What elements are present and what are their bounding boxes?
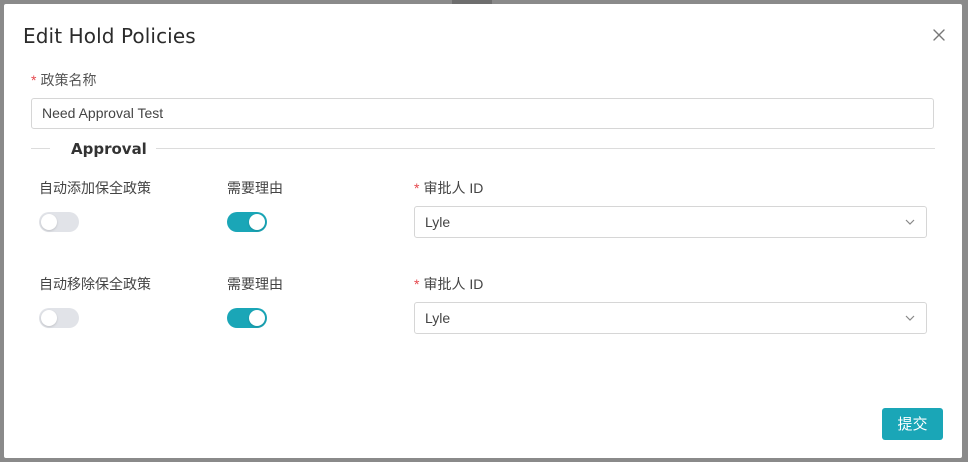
switch-knob bbox=[249, 214, 265, 230]
approver-select-2[interactable]: Lyle bbox=[414, 302, 927, 334]
switch-knob bbox=[249, 310, 265, 326]
approver-id-label-text: 审批人 ID bbox=[423, 276, 484, 292]
require-reason-switch-1[interactable] bbox=[227, 212, 267, 232]
auto-add-policy-switch[interactable] bbox=[39, 212, 79, 232]
submit-button[interactable]: 提交 bbox=[882, 408, 943, 440]
approver-id-label-text: 审批人 ID bbox=[423, 180, 484, 196]
close-button[interactable] bbox=[932, 28, 946, 42]
require-reason-label-1: 需要理由 bbox=[227, 180, 283, 196]
required-mark: * bbox=[414, 180, 420, 196]
approver-id-label-1: * 审批人 ID bbox=[414, 178, 483, 198]
approver-select-value: Lyle bbox=[425, 214, 451, 230]
dialog-title: Edit Hold Policies bbox=[23, 24, 196, 48]
require-reason-label-2: 需要理由 bbox=[227, 276, 283, 292]
switch-knob bbox=[41, 214, 57, 230]
close-icon bbox=[933, 29, 945, 41]
approval-section-title: Approval bbox=[71, 140, 147, 158]
policy-name-input[interactable]: Need Approval Test bbox=[31, 98, 934, 129]
approver-select-1[interactable]: Lyle bbox=[414, 206, 927, 238]
require-reason-switch-2[interactable] bbox=[227, 308, 267, 328]
approver-id-label-2: * 审批人 ID bbox=[414, 274, 483, 294]
auto-remove-policy-switch[interactable] bbox=[39, 308, 79, 328]
divider-line-right bbox=[156, 148, 935, 149]
chevron-down-icon bbox=[905, 315, 915, 321]
divider-line-left bbox=[31, 148, 50, 149]
required-mark: * bbox=[31, 72, 37, 88]
policy-name-label: * 政策名称 bbox=[31, 70, 96, 90]
approver-select-value: Lyle bbox=[425, 310, 451, 326]
edit-hold-policies-dialog: Edit Hold Policies * 政策名称 Need Approval T… bbox=[4, 4, 962, 458]
required-mark: * bbox=[414, 276, 420, 292]
chevron-down-icon bbox=[905, 219, 915, 225]
switch-knob bbox=[41, 310, 57, 326]
policy-name-label-text: 政策名称 bbox=[40, 72, 97, 88]
auto-add-policy-label: 自动添加保全政策 bbox=[39, 180, 151, 196]
auto-remove-policy-label: 自动移除保全政策 bbox=[39, 276, 151, 292]
